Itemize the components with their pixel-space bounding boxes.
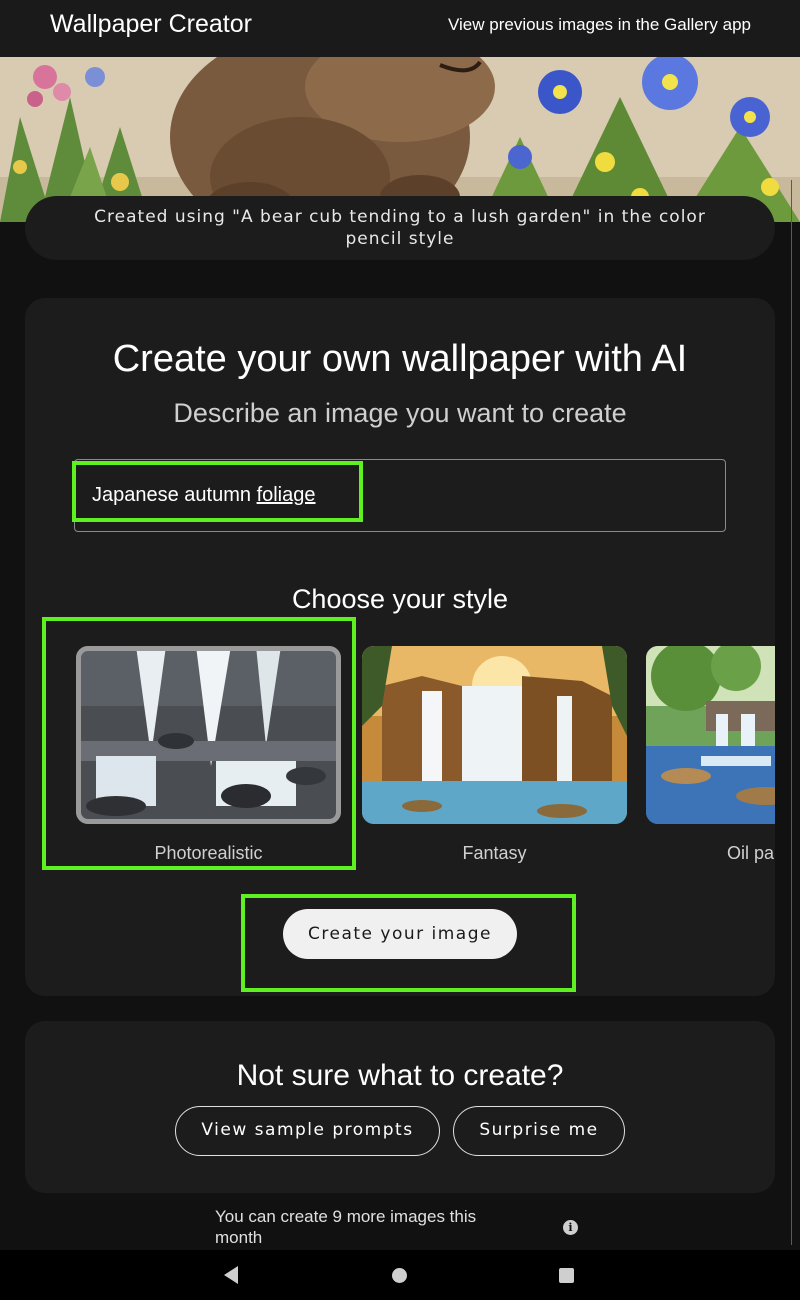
scrollbar[interactable] [791, 180, 798, 1245]
style-tile-fantasy[interactable] [362, 646, 627, 824]
back-icon[interactable] [224, 1266, 238, 1284]
style-tile-photorealistic[interactable] [76, 646, 341, 824]
info-icon[interactable]: i [563, 1220, 578, 1235]
view-sample-prompts-button[interactable]: View sample prompts [175, 1106, 440, 1156]
app-title: Wallpaper Creator [50, 10, 252, 38]
inspiration-heading: Not sure what to create? [236, 1059, 564, 1092]
style-tile-oil-painting[interactable] [646, 646, 775, 824]
style-label-fantasy: Fantasy [462, 843, 527, 863]
create-heading: Create your own wallpaper with AI [112, 338, 688, 380]
create-subheading: Describe an image you want to create [173, 398, 627, 428]
prompt-input-value: Japanese autumn foliage [92, 484, 316, 507]
create-card: Create your own wallpaper with AI Descri… [25, 298, 775, 996]
style-label-oil-painting: Oil pa [727, 843, 775, 863]
home-icon[interactable] [392, 1268, 407, 1283]
hero-caption: Created using "A bear cub tending to a l… [25, 196, 775, 260]
create-image-button[interactable]: Create your image [283, 909, 517, 959]
inspiration-card: Not sure what to create? View sample pro… [25, 1021, 775, 1193]
surprise-me-button[interactable]: Surprise me [453, 1106, 625, 1156]
app-bar: Wallpaper Creator View previous images i… [0, 0, 800, 57]
style-label-photorealistic: Photorealistic [154, 843, 263, 863]
style-heading: Choose your style [291, 584, 509, 614]
quota-text: You can create 9 more images this month [215, 1207, 477, 1247]
recents-icon[interactable] [559, 1268, 574, 1283]
gallery-link[interactable]: View previous images in the Gallery app [448, 15, 751, 35]
prompt-text-underlined-word: foliage [256, 484, 316, 506]
prompt-input[interactable]: Japanese autumn foliage [74, 459, 726, 532]
prompt-text-part: Japanese autumn [92, 484, 257, 506]
